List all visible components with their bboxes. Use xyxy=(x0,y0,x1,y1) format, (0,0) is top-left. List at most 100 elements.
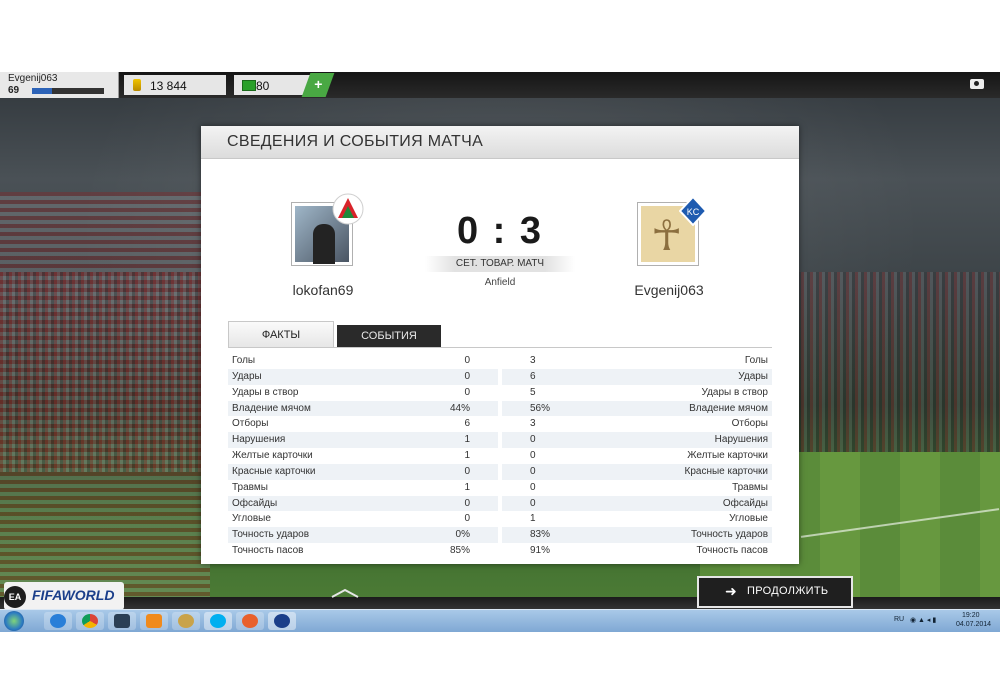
stat-value-home: 44% xyxy=(449,402,470,414)
stat-away-cell: 1 Угловые xyxy=(502,511,772,527)
continue-label: ПРОДОЛЖИТЬ xyxy=(747,585,829,597)
stat-away-cell: 0 Травмы xyxy=(502,480,772,496)
clock-date[interactable]: 04.07.2014 xyxy=(956,621,991,628)
stat-value-home: 6 xyxy=(464,418,470,430)
stat-label-home: Удары xyxy=(232,370,262,382)
stat-value-away: 3 xyxy=(530,355,536,366)
stat-value-away: 6 xyxy=(530,370,536,382)
stat-away-cell: 83% Точность ударов xyxy=(502,527,772,544)
stat-value-home: 0% xyxy=(455,529,470,541)
home-club-badge-icon xyxy=(332,193,364,225)
stat-label-home: Удары в створ xyxy=(232,386,299,398)
stat-home-cell: Удары 0 xyxy=(228,368,498,385)
stat-label-away: Удары xyxy=(738,370,768,382)
stat-away-cell: 0 Нарушения xyxy=(502,432,772,449)
ankh-icon: ☥ xyxy=(651,212,683,259)
stat-label-home: Красные карточки xyxy=(232,465,316,477)
clock-time[interactable]: 19:20 xyxy=(962,612,980,619)
stat-home-cell: Нарушения 1 xyxy=(228,432,498,449)
stats-table: Голы 0 3 Голы Удары 0 6 Удары Удары в створ 0 5 Уда… xyxy=(228,353,772,559)
stat-value-away: 1 xyxy=(530,513,536,525)
taskbar-media[interactable] xyxy=(108,612,136,630)
skype-icon xyxy=(210,614,226,628)
top-bar: Evgenij063 69 13 844 80 + xyxy=(0,72,1000,98)
stat-row: Удары 0 6 Удары xyxy=(228,368,772,385)
taskbar-game[interactable] xyxy=(172,612,200,630)
stat-away-cell: 6 Удары xyxy=(502,368,772,385)
tab-divider xyxy=(228,347,772,348)
stat-label-home: Отборы xyxy=(232,418,269,430)
plus-icon: + xyxy=(314,76,323,92)
coins-value: 13 844 xyxy=(150,79,187,93)
language-indicator[interactable]: RU xyxy=(894,616,904,623)
user-level: 69 xyxy=(8,85,20,96)
svg-text:KC: KC xyxy=(687,207,700,217)
stat-home-cell: Удары в створ 0 xyxy=(228,385,498,401)
stat-row: Точность ударов 0% 83% Точность ударов xyxy=(228,527,772,544)
player-icon xyxy=(146,614,162,628)
stat-value-away: 3 xyxy=(530,418,536,430)
coins-display: 13 844 xyxy=(124,75,226,95)
stat-value-away: 91% xyxy=(530,545,551,557)
stat-value-away: 56% xyxy=(530,402,551,414)
stat-label-home: Голы xyxy=(232,355,256,366)
match-score: 0 : 3 xyxy=(456,210,544,252)
stat-away-cell: 56% Владение мячом xyxy=(502,400,772,417)
panel-title: СВЕДЕНИЯ И СОБЫТИЯ МАТЧА xyxy=(227,133,484,150)
stat-value-home: 0 xyxy=(464,386,470,398)
stat-row: Красные карточки 0 0 Красные карточки xyxy=(228,463,772,480)
tab-facts[interactable]: ФАКТЫ xyxy=(228,321,334,348)
stat-value-away: 0 xyxy=(530,465,536,477)
stat-home-cell: Голы 0 xyxy=(228,353,498,369)
stat-label-home: Офсайды xyxy=(232,497,278,509)
camera-icon[interactable] xyxy=(970,79,984,89)
stat-home-cell: Точность ударов 0% xyxy=(228,527,498,544)
stat-label-away: Владение мячом xyxy=(689,402,768,414)
points-value: 80 xyxy=(256,79,270,93)
tray-icons[interactable]: ◉ ▲ ◂ ▮ xyxy=(910,616,936,624)
stat-row: Офсайды 0 0 Офсайды xyxy=(228,495,772,512)
user-profile[interactable]: Evgenij063 69 xyxy=(0,72,119,98)
stadium-name: Anfield xyxy=(484,277,516,288)
taskbar-player[interactable] xyxy=(140,612,168,630)
stat-label-away: Офсайды xyxy=(722,497,768,509)
start-button[interactable] xyxy=(4,611,24,631)
taskbar-ie[interactable] xyxy=(44,612,72,630)
stat-row: Нарушения 1 0 Нарушения xyxy=(228,432,772,449)
stat-value-away: 0 xyxy=(530,497,536,509)
stat-value-home: 0 xyxy=(464,513,470,525)
stat-value-home: 85% xyxy=(449,545,470,557)
stat-home-cell: Красные карточки 0 xyxy=(228,463,498,480)
stat-label-home: Желтые карточки xyxy=(232,450,313,462)
stat-away-cell: 0 Желтые карточки xyxy=(502,448,772,464)
tab-events[interactable]: СОБЫТИЯ xyxy=(337,325,441,347)
username: Evgenij063 xyxy=(8,73,58,84)
taskbar-app[interactable] xyxy=(236,612,264,630)
xp-progress-bar xyxy=(32,88,104,94)
ie-icon xyxy=(50,614,66,628)
game-icon xyxy=(178,614,194,628)
stat-away-cell: 3 Отборы xyxy=(502,416,772,432)
stat-value-home: 1 xyxy=(464,434,470,446)
add-points-button[interactable]: + xyxy=(301,73,335,97)
stat-value-away: 0 xyxy=(530,434,536,446)
stat-label-home: Угловые xyxy=(232,513,271,525)
continue-button[interactable]: ➜ ПРОДОЛЖИТЬ xyxy=(697,576,853,608)
app-icon xyxy=(242,614,258,628)
points-icon xyxy=(242,80,256,91)
stat-away-cell: 5 Удары в створ xyxy=(502,385,772,401)
taskbar-fifa[interactable] xyxy=(268,612,296,630)
stat-label-away: Голы xyxy=(744,355,768,366)
stat-label-home: Нарушения xyxy=(232,434,286,446)
stat-label-away: Точность пасов xyxy=(696,545,769,557)
stat-home-cell: Офсайды 0 xyxy=(228,495,498,512)
chevron-up-icon[interactable] xyxy=(330,588,360,598)
taskbar-skype[interactable] xyxy=(204,612,232,630)
stat-row: Травмы 1 0 Травмы xyxy=(228,480,772,496)
fifa-world-logo-text: FIFAWORLD xyxy=(32,587,115,603)
stat-row: Точность пасов 85% 91% Точность пасов xyxy=(228,543,772,559)
media-icon xyxy=(114,614,130,628)
taskbar-chrome[interactable] xyxy=(76,612,104,630)
stat-away-cell: 0 Красные карточки xyxy=(502,463,772,480)
stat-home-cell: Угловые 0 xyxy=(228,511,498,527)
